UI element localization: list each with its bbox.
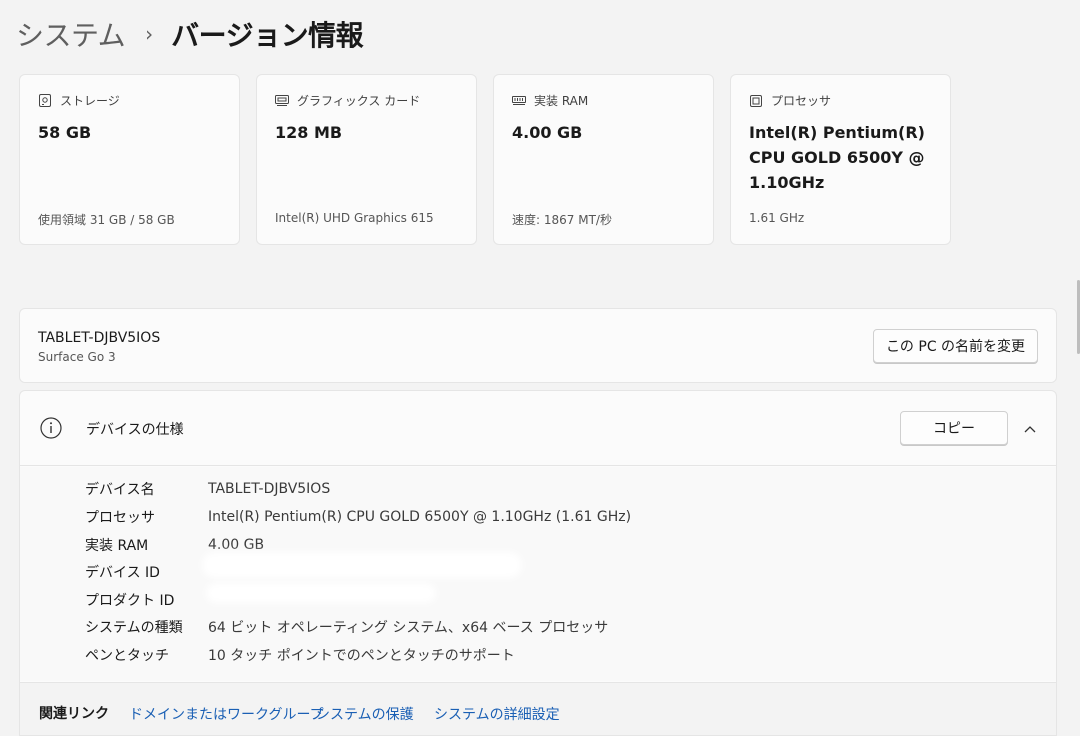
ram-icon [512, 94, 526, 108]
card-title: ストレージ [60, 94, 120, 108]
card-subtext: 1.61 GHz [749, 211, 805, 225]
chevron-up-icon[interactable] [1020, 419, 1040, 439]
spec-row: ペンとタッチ 10 タッチ ポイントでのペンとタッチのサポート [85, 644, 515, 666]
spec-row: プロダクト ID [85, 589, 208, 611]
ram-card: 実装 RAM 4.00 GB 速度: 1867 MT/秒 [493, 74, 714, 245]
device-specs-header[interactable]: デバイスの仕様 コピー [20, 391, 1056, 466]
spec-label: ペンとタッチ [85, 648, 169, 664]
breadcrumb: システム › バージョン情報 [16, 14, 364, 54]
card-subtext: 使用領域 31 GB / 58 GB [38, 213, 175, 227]
spec-value: 10 タッチ ポイントでのペンとタッチのサポート [208, 648, 515, 664]
processor-card: プロセッサ Intel(R) Pentium(R) CPU GOLD 6500Y… [730, 74, 951, 245]
device-name: TABLET-DJBV5IOS [38, 330, 161, 346]
graphics-card-icon [275, 94, 289, 108]
related-links-label: 関連リンク [39, 706, 109, 722]
card-value: Intel(R) Pentium(R) CPU GOLD 6500Y @ 1.1… [749, 123, 925, 192]
card-title: グラフィックス カード [297, 94, 421, 108]
spec-label: システムの種類 [85, 620, 183, 636]
breadcrumb-parent-system[interactable]: システム [16, 14, 126, 54]
card-title: 実装 RAM [534, 94, 589, 108]
spec-label: 実装 RAM [85, 538, 149, 554]
redaction-mark [206, 583, 436, 603]
card-value: 58 GB [38, 123, 92, 142]
spec-row: デバイス ID [85, 561, 208, 583]
link-domain-workgroup[interactable]: ドメインまたはワークグループ [129, 704, 324, 724]
spec-row: システムの種類 64 ビット オペレーティング システム、x64 ベース プロセ… [85, 616, 608, 638]
card-value: 128 MB [275, 123, 343, 142]
spec-value: 4.00 GB [208, 537, 265, 553]
spec-value: Intel(R) Pentium(R) CPU GOLD 6500Y @ 1.1… [208, 509, 632, 525]
page-title: バージョン情報 [171, 19, 364, 52]
link-advanced-system-settings[interactable]: システムの詳細設定 [434, 704, 560, 724]
device-specs-list: デバイス名 TABLET-DJBV5IOS プロセッサ Intel(R) Pen… [20, 467, 1056, 681]
spec-label: デバイス ID [85, 565, 160, 581]
card-value: 4.00 GB [512, 123, 583, 142]
card-subtext: Intel(R) UHD Graphics 615 [275, 211, 434, 225]
card-subtext: 速度: 1867 MT/秒 [512, 213, 612, 227]
spec-row: プロセッサ Intel(R) Pentium(R) CPU GOLD 6500Y… [85, 506, 631, 528]
spec-row: デバイス名 TABLET-DJBV5IOS [85, 478, 330, 500]
redaction-mark [202, 552, 522, 578]
device-specs-panel: デバイスの仕様 コピー デバイス名 TABLET-DJBV5IOS プロセッサ … [19, 390, 1057, 736]
spec-value: TABLET-DJBV5IOS [208, 481, 331, 497]
device-model: Surface Go 3 [38, 350, 116, 364]
info-icon [40, 417, 62, 439]
related-links: 関連リンク ドメインまたはワークグループ システムの保護 システムの詳細設定 [20, 682, 1056, 735]
device-specs-title: デバイスの仕様 [86, 422, 184, 438]
storage-icon [38, 94, 52, 108]
rename-pc-button[interactable]: この PC の名前を変更 [873, 329, 1038, 363]
copy-button[interactable]: コピー [900, 411, 1008, 445]
breadcrumb-separator: › [145, 22, 154, 46]
graphics-card-card: グラフィックス カード 128 MB Intel(R) UHD Graphics… [256, 74, 477, 245]
device-name-panel: TABLET-DJBV5IOS Surface Go 3 この PC の名前を変… [19, 308, 1057, 383]
storage-card: ストレージ 58 GB 使用領域 31 GB / 58 GB [19, 74, 240, 245]
spec-label: プロダクト ID [85, 593, 175, 609]
link-system-protection[interactable]: システムの保護 [316, 704, 414, 724]
spec-value: 64 ビット オペレーティング システム、x64 ベース プロセッサ [208, 620, 609, 636]
card-title: プロセッサ [771, 94, 832, 108]
spec-label: デバイス名 [85, 482, 155, 498]
spec-label: プロセッサ [85, 510, 155, 526]
processor-icon [749, 94, 763, 108]
